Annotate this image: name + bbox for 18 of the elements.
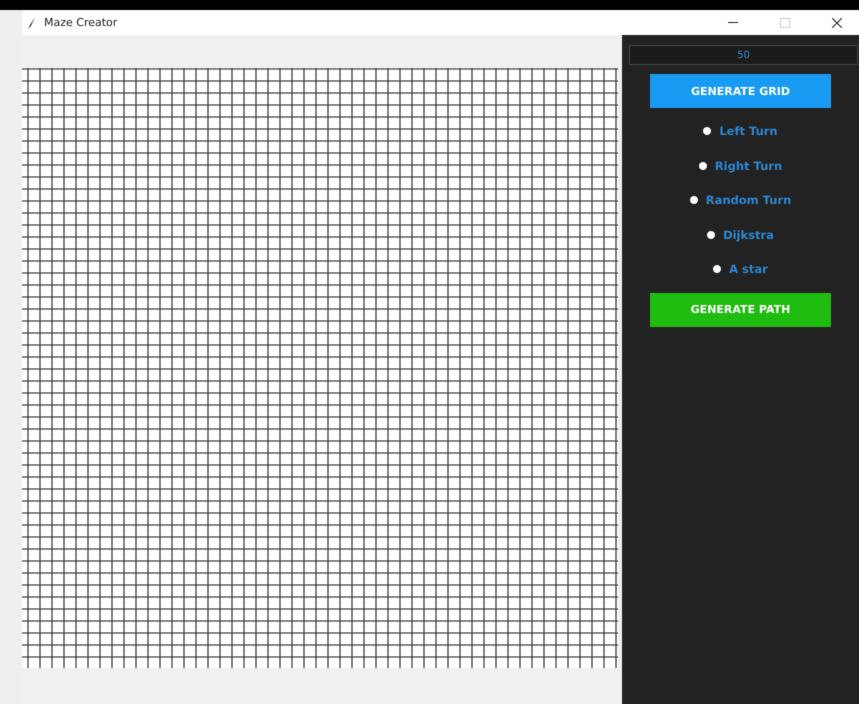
radio-button[interactable]	[713, 265, 722, 274]
grid-size-field[interactable]: 50	[629, 45, 858, 65]
radio-label: Left Turn	[719, 124, 778, 138]
radio-button[interactable]	[690, 196, 698, 204]
window-title: Maze Creator	[44, 16, 118, 29]
radio-label: Dijkstra	[723, 228, 774, 242]
generate-grid-button[interactable]: GENERATE GRID	[650, 74, 831, 108]
generate-path-button[interactable]: GENERATE PATH	[650, 292, 831, 326]
close-icon	[832, 18, 842, 28]
radio-label: A star	[729, 262, 768, 276]
feather-icon	[28, 16, 36, 28]
minimize-icon	[728, 22, 738, 23]
radio-label: Right Turn	[714, 158, 782, 173]
radio-label: Random Turn	[706, 193, 792, 208]
radio-button[interactable]	[707, 230, 716, 239]
maximize-icon	[780, 18, 790, 28]
radio-button[interactable]	[698, 162, 707, 170]
radio-button[interactable]	[703, 127, 712, 136]
